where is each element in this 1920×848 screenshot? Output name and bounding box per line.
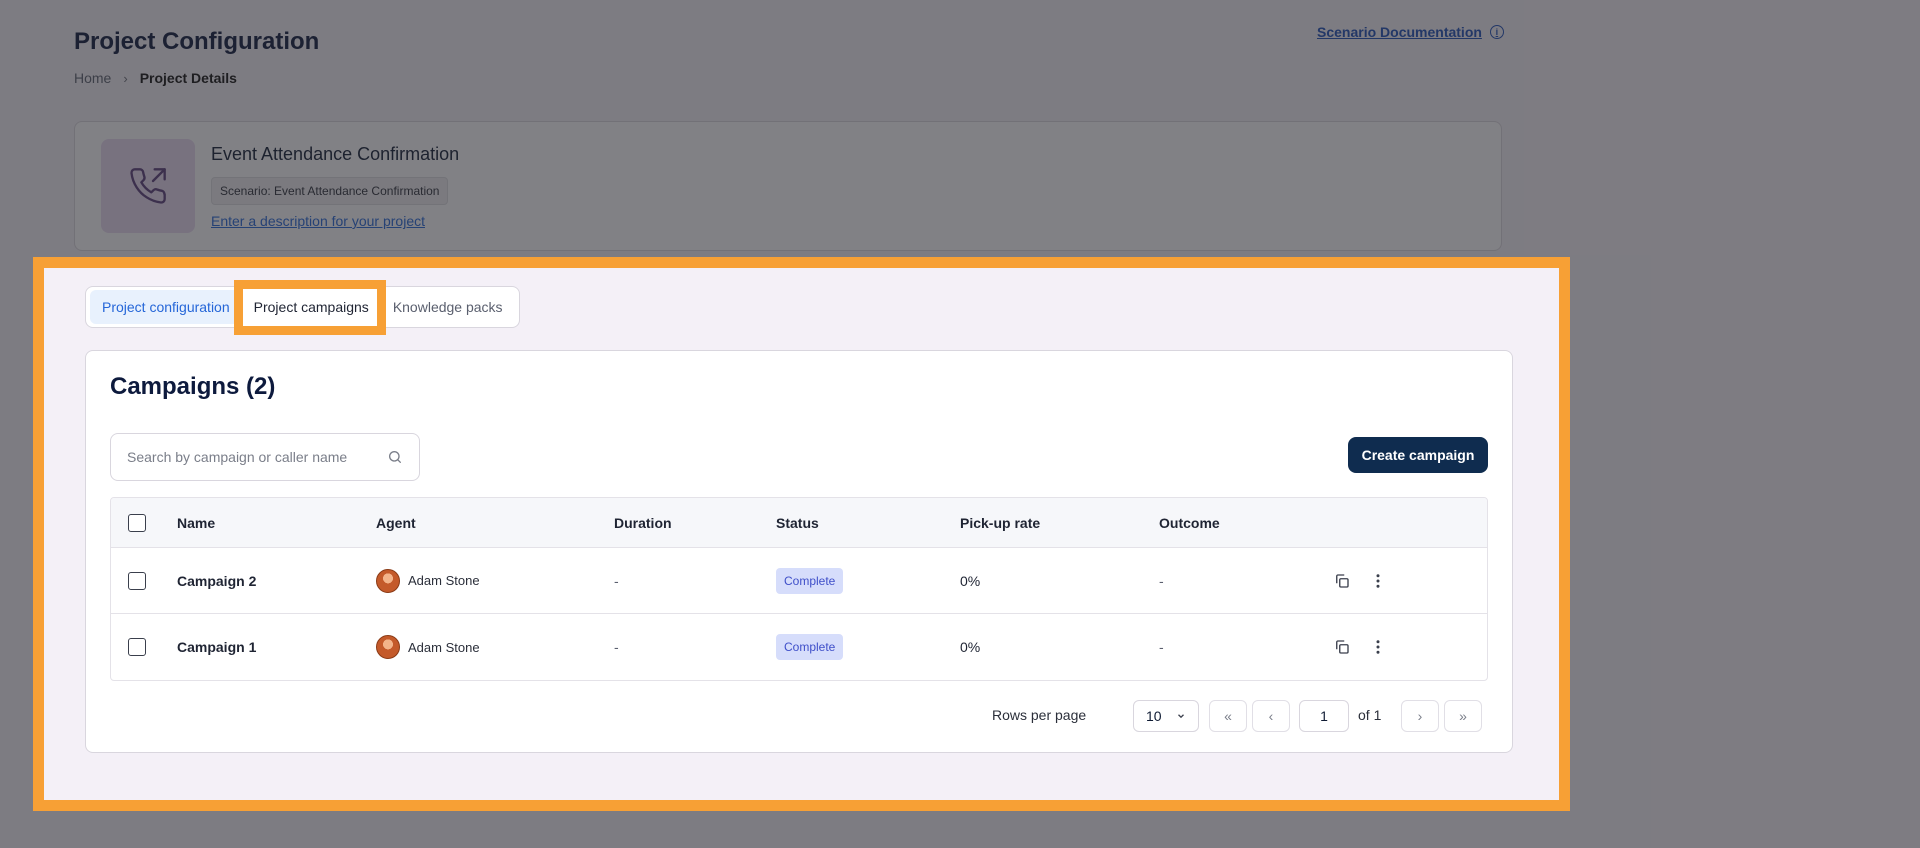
scenario-documentation-link[interactable]: Scenario Documentation i [1317, 24, 1504, 40]
search-input[interactable] [127, 449, 387, 465]
page-total-label: of 1 [1358, 707, 1382, 723]
column-agent[interactable]: Agent [376, 515, 614, 531]
rows-per-page-value: 10 [1146, 708, 1162, 724]
actions-cell [1333, 638, 1483, 656]
chevron-down-icon [1177, 714, 1184, 719]
outcome-cell: - [1159, 572, 1164, 589]
page-title: Project Configuration [74, 28, 320, 55]
header-checkbox-cell [111, 513, 177, 532]
project-card: Event Attendance Confirmation Scenario: … [74, 121, 1502, 251]
pickup-rate-cell: 0% [960, 572, 981, 589]
chevron-right-icon: › [123, 70, 128, 86]
row-checkbox[interactable] [128, 571, 146, 590]
rows-per-page-label: Rows per page [992, 707, 1087, 723]
first-page-button[interactable]: « [1209, 700, 1247, 732]
row-checkbox[interactable] [128, 638, 146, 656]
pickup-rate-cell: 0% [960, 639, 981, 655]
agent-name: Adam Stone [408, 573, 480, 588]
scenario-chip: Scenario: Event Attendance Confirmation [211, 177, 449, 205]
status-badge: Complete [776, 567, 844, 594]
outcome-cell: - [1159, 639, 1164, 655]
duration-cell: - [614, 572, 619, 589]
select-all-checkbox[interactable] [128, 513, 146, 532]
column-duration[interactable]: Duration [614, 515, 776, 531]
table-row[interactable]: Campaign 2 Adam Stone - Complete 0% - [111, 548, 1487, 614]
column-outcome[interactable]: Outcome [1159, 515, 1333, 531]
page-number-input[interactable]: 1 [1299, 700, 1349, 732]
info-icon: i [1489, 25, 1504, 39]
avatar [376, 635, 400, 659]
agent-name: Adam Stone [408, 639, 480, 655]
tab-knowledge-packs[interactable]: Knowledge packs [381, 290, 515, 324]
agent-cell: Adam Stone [376, 635, 614, 659]
more-vertical-icon[interactable] [1369, 638, 1387, 656]
campaigns-table: Name Agent Duration Status Pick-up rate … [110, 497, 1488, 681]
duration-cell: - [614, 639, 619, 655]
highlighted-region: Project configuration Project campaigns … [33, 257, 1570, 811]
status-badge: Complete [776, 634, 844, 660]
phone-outgoing-icon [101, 139, 195, 233]
tab-project-campaigns[interactable]: Project campaigns [242, 290, 381, 324]
breadcrumb-current: Project Details [139, 70, 237, 86]
status-cell: Complete [776, 567, 960, 594]
tab-bar: Project configuration Project campaigns … [85, 286, 520, 328]
campaign-name[interactable]: Campaign 2 [177, 573, 376, 589]
more-vertical-icon[interactable] [1369, 572, 1387, 590]
table-row[interactable]: Campaign 1 Adam Stone - Complete 0% - [111, 614, 1487, 680]
column-status[interactable]: Status [776, 515, 960, 531]
project-name: Event Attendance Confirmation [211, 144, 460, 164]
campaigns-card: Campaigns (2) Create campaign Name Agent… [85, 350, 1513, 753]
actions-cell [1333, 572, 1483, 590]
tab-project-configuration[interactable]: Project configuration [90, 290, 242, 324]
breadcrumb-home[interactable]: Home [74, 70, 111, 86]
prev-page-button[interactable]: ‹ [1252, 700, 1290, 732]
next-page-button[interactable]: › [1401, 700, 1439, 732]
breadcrumb: Home › Project Details [74, 70, 237, 86]
avatar [376, 568, 400, 593]
doc-link-label: Scenario Documentation [1317, 24, 1482, 40]
rows-per-page-select[interactable]: 10 [1133, 700, 1199, 732]
search-box [110, 433, 420, 481]
table-header: Name Agent Duration Status Pick-up rate … [111, 498, 1487, 548]
pagination: Rows per page 10 « ‹ 1 of 1 › » [86, 699, 1514, 733]
last-page-button[interactable]: » [1444, 700, 1482, 732]
agent-cell: Adam Stone [376, 568, 614, 593]
status-cell: Complete [776, 634, 960, 660]
copy-icon[interactable] [1333, 638, 1351, 656]
search-icon[interactable] [387, 449, 403, 465]
campaigns-title: Campaigns (2) [110, 373, 276, 400]
description-link[interactable]: Enter a description for your project [211, 213, 425, 229]
campaign-name[interactable]: Campaign 1 [177, 639, 376, 655]
copy-icon[interactable] [1333, 572, 1351, 590]
column-pickup-rate[interactable]: Pick-up rate [960, 515, 1159, 531]
row-checkbox-cell [111, 638, 177, 656]
column-name[interactable]: Name [177, 515, 376, 531]
create-campaign-button[interactable]: Create campaign [1348, 437, 1488, 473]
row-checkbox-cell [111, 571, 177, 590]
